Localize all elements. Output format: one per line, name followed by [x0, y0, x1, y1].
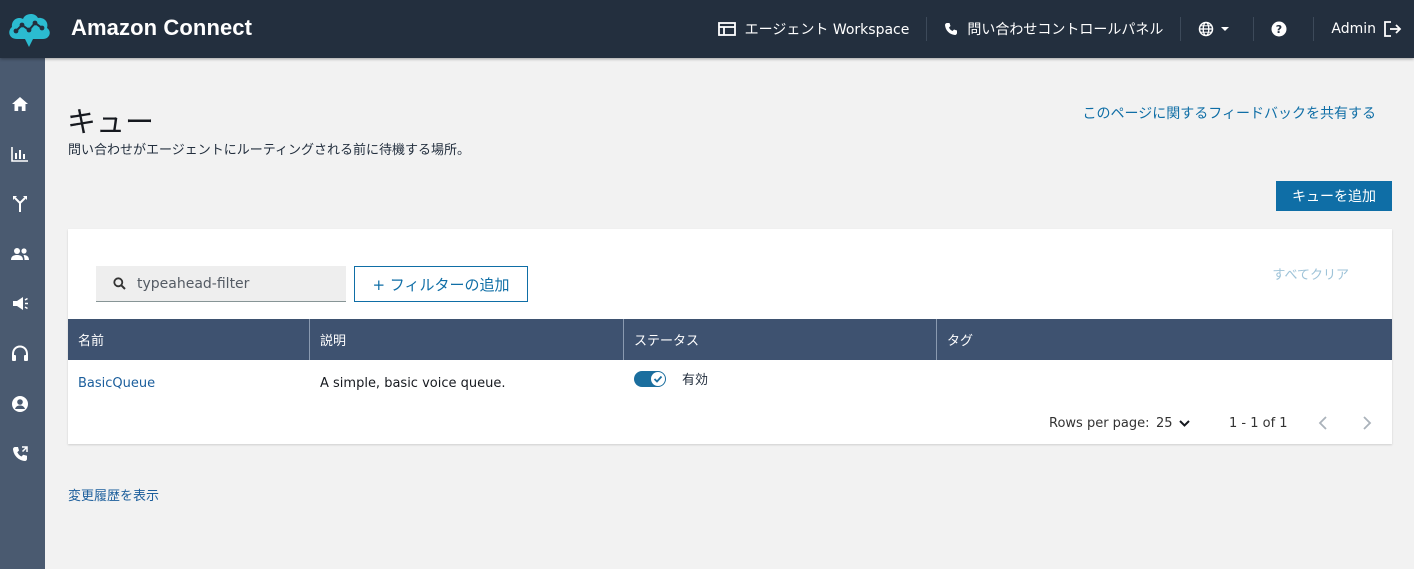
- sidebar: [0, 58, 45, 569]
- chevron-down-icon: [1178, 420, 1190, 427]
- feedback-link[interactable]: このページに関するフィードバックを共有する: [1083, 103, 1376, 123]
- clear-all-link[interactable]: すべてクリア: [1272, 264, 1349, 283]
- ccp-link[interactable]: 問い合わせコントロールパネル: [926, 17, 1180, 41]
- amazon-connect-logo-icon[interactable]: [5, 9, 53, 49]
- search-input[interactable]: [137, 275, 327, 292]
- cell-status: 有効: [624, 360, 937, 406]
- sidebar-item-channels[interactable]: [10, 344, 30, 364]
- column-header-status[interactable]: ステータス: [624, 319, 937, 360]
- agent-workspace-label: エージェント Workspace: [744, 22, 910, 38]
- channels-icon: [12, 345, 28, 361]
- column-header-description[interactable]: 説明: [310, 319, 624, 360]
- rows-per-page-value: 25: [1156, 416, 1173, 431]
- top-nav: エージェント Workspace 問い合わせコントロールパネル ? Admin: [701, 0, 1414, 58]
- previous-page-button[interactable]: [1318, 416, 1328, 434]
- pagination: Rows per page: 25 1 - 1 of 1: [68, 407, 1392, 443]
- phone-icon: [13, 446, 28, 461]
- user-menu[interactable]: Admin: [1313, 17, 1414, 41]
- user-name: Admin: [1331, 21, 1376, 37]
- cell-name: BasicQueue: [68, 360, 310, 406]
- change-history-link[interactable]: 変更履歴を表示: [68, 485, 159, 504]
- page-title: キュー: [67, 105, 155, 139]
- help-button[interactable]: ?: [1253, 17, 1313, 41]
- workspace-icon: [717, 22, 736, 36]
- logout-icon[interactable]: [1384, 21, 1402, 37]
- page-range: 1 - 1 of 1: [1229, 416, 1288, 431]
- queue-table-card: + フィルターの追加 すべてクリア 名前 説明 ステータス タグ BasicQu…: [68, 229, 1392, 444]
- status-toggle[interactable]: [634, 370, 666, 387]
- customer-profile-icon: [12, 396, 28, 412]
- agent-workspace-link[interactable]: エージェント Workspace: [701, 17, 927, 41]
- page-description: 問い合わせがエージェントにルーティングされる前に待機する場所。: [68, 143, 470, 158]
- check-icon: [653, 375, 663, 383]
- sidebar-item-analytics[interactable]: [10, 144, 30, 164]
- add-filter-button[interactable]: + フィルターの追加: [354, 266, 528, 302]
- routing-icon: [13, 196, 27, 212]
- ccp-label: 問い合わせコントロールパネル: [967, 22, 1164, 38]
- sidebar-item-routing[interactable]: [10, 194, 30, 214]
- chevron-left-icon: [1318, 416, 1327, 430]
- sidebar-item-campaigns[interactable]: [10, 294, 30, 314]
- users-icon: [11, 248, 29, 260]
- campaigns-icon: [13, 297, 28, 310]
- top-bar: Amazon Connect エージェント Workspace 問い合わせコント…: [0, 0, 1414, 58]
- language-selector[interactable]: [1180, 17, 1253, 41]
- app-brand[interactable]: Amazon Connect: [71, 15, 252, 41]
- queue-name-link[interactable]: BasicQueue: [78, 376, 155, 391]
- help-icon: ?: [1271, 21, 1287, 37]
- search-box[interactable]: [96, 266, 346, 302]
- rows-per-page-label: Rows per page:: [1049, 416, 1150, 431]
- column-header-name[interactable]: 名前: [68, 319, 310, 360]
- globe-icon: [1199, 21, 1214, 37]
- sidebar-item-home[interactable]: [10, 94, 30, 114]
- caret-down-icon: [1221, 27, 1230, 31]
- phone-icon: [945, 23, 958, 35]
- analytics-icon: [11, 147, 28, 162]
- chevron-right-icon: [1363, 416, 1372, 430]
- search-icon: [113, 277, 126, 290]
- status-label: 有効: [682, 373, 709, 388]
- cell-description: A simple, basic voice queue.: [320, 375, 506, 391]
- sidebar-item-phone-numbers[interactable]: [10, 444, 30, 464]
- table-row: BasicQueue A simple, basic voice queue. …: [68, 360, 1392, 406]
- rows-per-page-select[interactable]: 25: [1156, 416, 1190, 431]
- sidebar-item-customer-profiles[interactable]: [10, 394, 30, 414]
- cell-tags: [937, 360, 1392, 406]
- svg-text:?: ?: [1276, 23, 1282, 36]
- add-queue-button[interactable]: キューを追加: [1276, 181, 1392, 211]
- column-header-tags[interactable]: タグ: [937, 319, 1392, 360]
- table-header: 名前 説明 ステータス タグ: [68, 319, 1392, 360]
- sidebar-item-users[interactable]: [10, 244, 30, 264]
- home-icon: [12, 97, 28, 111]
- next-page-button[interactable]: [1362, 416, 1372, 434]
